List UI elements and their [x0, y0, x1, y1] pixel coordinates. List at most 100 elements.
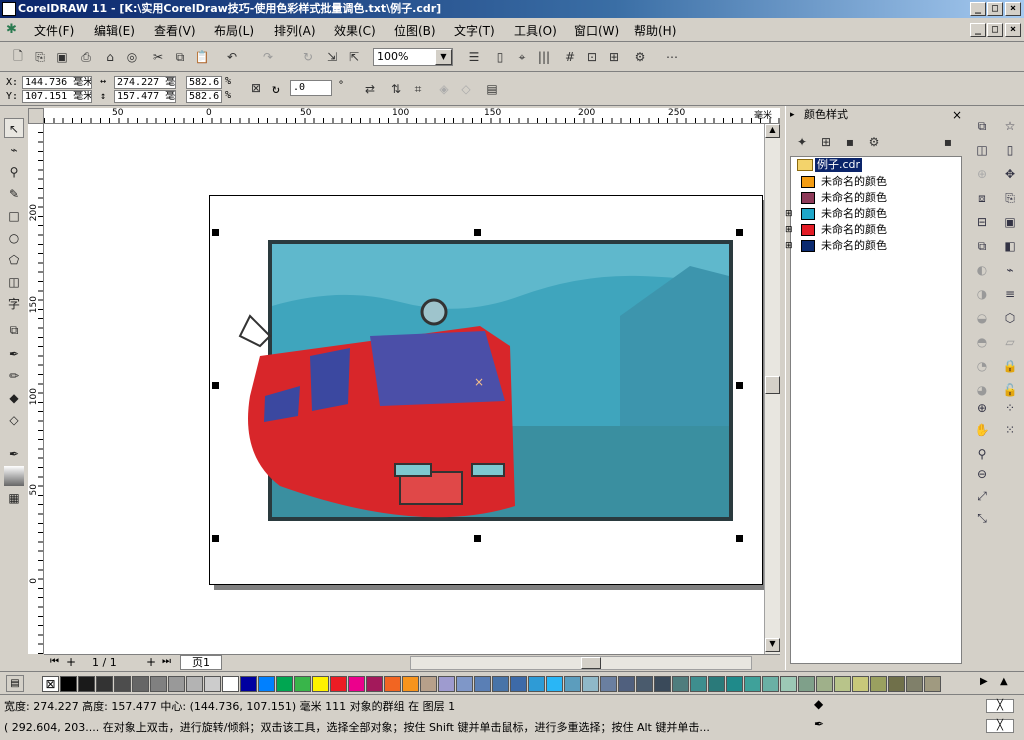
palette-swatch[interactable] — [330, 676, 347, 692]
interactive-fill-icon[interactable]: ◇ — [4, 410, 24, 430]
zoom-tool-right-icon[interactable]: ⚲ — [972, 444, 992, 464]
palette-menu-icon[interactable]: ▤ — [6, 675, 24, 692]
palette-swatch[interactable] — [780, 676, 797, 692]
expand-icon[interactable]: ⊞ — [785, 222, 793, 238]
palette-swatch[interactable] — [276, 676, 293, 692]
outline-none-swatch[interactable]: ╳ — [986, 719, 1014, 733]
palette-swatch[interactable] — [726, 676, 743, 692]
cut-icon[interactable]: ✂ — [148, 47, 168, 67]
menu-tools[interactable]: 工具(O) — [514, 22, 557, 39]
node-icon[interactable]: ⁘ — [1000, 398, 1020, 418]
palette-swatch[interactable] — [762, 676, 779, 692]
trim-icon[interactable]: ◑ — [972, 284, 992, 304]
expand-icon[interactable]: ⊞ — [785, 206, 793, 222]
undo-icon[interactable]: ↶ — [222, 47, 242, 67]
color-style-item[interactable]: ⊞ 未命名的颜色 — [785, 238, 887, 254]
palette-swatch[interactable] — [456, 676, 473, 692]
menu-view[interactable]: 查看(V) — [154, 22, 196, 39]
arrange-icon[interactable]: ⧉ — [972, 116, 992, 136]
angle-field[interactable]: .0 — [290, 80, 332, 96]
palette-swatch[interactable] — [60, 676, 77, 692]
doc-minimize-button[interactable]: _ — [970, 23, 986, 37]
selection-handle[interactable] — [736, 535, 743, 542]
save-icon[interactable]: ▣ — [52, 47, 72, 67]
palette-swatch[interactable] — [654, 676, 671, 692]
outline-tool-icon[interactable]: ✏ — [4, 366, 24, 386]
height-field[interactable]: 157.477 毫 — [114, 90, 176, 103]
break-apart-icon[interactable]: ◇ — [456, 79, 476, 99]
new-icon[interactable]: 🗋 — [8, 47, 28, 67]
transform-icon[interactable]: ⌖ — [512, 47, 532, 67]
palette-swatch[interactable] — [510, 676, 527, 692]
tree-root[interactable]: 例子.cdr — [815, 158, 863, 172]
palette-swatch[interactable] — [168, 676, 185, 692]
palette-swatch[interactable] — [114, 676, 131, 692]
repeat-icon[interactable]: ↻ — [298, 47, 318, 67]
barcode-icon[interactable]: ||| — [534, 47, 554, 67]
palette-swatch[interactable] — [222, 676, 239, 692]
text-tool-icon[interactable]: 字 — [4, 294, 24, 314]
doc-close-button[interactable]: × — [1005, 23, 1021, 37]
auto-create-style-icon[interactable]: ✦ — [792, 132, 812, 152]
pen-icon[interactable]: ✒ — [4, 444, 24, 464]
palette-swatch[interactable] — [438, 676, 455, 692]
x-position-field[interactable]: 144.736 毫米 — [22, 76, 92, 89]
pick-tool-icon[interactable]: ↖ — [4, 118, 24, 138]
horizontal-scrollbar[interactable] — [410, 656, 752, 670]
color-style-item[interactable]: ⊞ 未命名的颜色 — [785, 206, 887, 222]
selection-handle[interactable] — [212, 535, 219, 542]
menu-text[interactable]: 文字(T) — [454, 22, 495, 39]
snap-icon[interactable]: ⊡ — [582, 47, 602, 67]
last-page-icon[interactable]: ⏭ — [162, 656, 171, 667]
add-page-before-icon[interactable]: + — [66, 655, 76, 669]
copy-icon[interactable]: ⧉ — [170, 47, 190, 67]
palette-swatch[interactable] — [798, 676, 815, 692]
zoom-tool-icon[interactable]: ⚲ — [4, 162, 24, 182]
fill-tool-icon[interactable]: ◆ — [4, 388, 24, 408]
palette-swatch[interactable] — [258, 676, 275, 692]
close-button[interactable]: × — [1005, 2, 1021, 16]
palette-swatch[interactable] — [870, 676, 887, 692]
redo-icon[interactable]: ↷ — [258, 47, 278, 67]
palette-scroll-right-icon[interactable]: ▶ — [980, 676, 988, 687]
ruler-origin[interactable] — [28, 108, 44, 124]
front-minus-back-icon[interactable]: ◔ — [972, 356, 992, 376]
docker-options-icon[interactable]: ▪ — [938, 132, 958, 152]
menu-arrange[interactable]: 排列(A) — [274, 22, 316, 39]
minimize-button[interactable]: _ — [970, 2, 986, 16]
palette-swatch[interactable] — [564, 676, 581, 692]
palette-swatch[interactable] — [582, 676, 599, 692]
unlock-icon[interactable]: 🔓 — [1000, 380, 1020, 400]
palette-swatch[interactable] — [402, 676, 419, 692]
palette-swatch[interactable] — [672, 676, 689, 692]
palette-swatch[interactable] — [636, 676, 653, 692]
menu-effects[interactable]: 效果(C) — [334, 22, 376, 39]
width-field[interactable]: 274.227 毫 — [114, 76, 176, 89]
palette-swatch[interactable] — [474, 676, 491, 692]
palette-swatch[interactable] — [384, 676, 401, 692]
back-minus-front-icon[interactable]: ◕ — [972, 380, 992, 400]
selection-handle[interactable] — [736, 229, 743, 236]
path-icon[interactable]: ⌁ — [1000, 260, 1020, 280]
y-position-field[interactable]: 107.151 毫米 — [22, 90, 92, 103]
palette-swatch[interactable] — [528, 676, 545, 692]
mirror-h-icon[interactable]: ⇄ — [360, 79, 380, 99]
vertical-scrollbar[interactable]: ▲ ▼ — [764, 124, 780, 654]
preview-icon[interactable]: ◎ — [122, 47, 142, 67]
rectangle-tool-icon[interactable]: □ — [4, 206, 24, 226]
fill-none-swatch[interactable]: ╳ — [986, 699, 1014, 713]
eyedropper-icon[interactable]: ✒ — [4, 344, 24, 364]
nodes-icon[interactable]: ⁙ — [1000, 420, 1020, 440]
print-merge-icon[interactable]: ⌂ — [100, 47, 120, 67]
freehand-tool-icon[interactable]: ✎ — [4, 184, 24, 204]
wrap-icon[interactable]: ▤ — [482, 79, 502, 99]
paste-icon[interactable]: 📋 — [192, 47, 212, 67]
add-page-after-icon[interactable]: + — [146, 655, 156, 669]
palette-swatch[interactable] — [816, 676, 833, 692]
no-fill-swatch[interactable]: ⊠ — [42, 676, 59, 692]
scroll-up-icon[interactable]: ▲ — [765, 124, 780, 138]
palette-swatch[interactable] — [924, 676, 941, 692]
palette-swatch[interactable] — [240, 676, 257, 692]
palette-swatch[interactable] — [708, 676, 725, 692]
convert-icon[interactable]: ⚙ — [864, 132, 884, 152]
